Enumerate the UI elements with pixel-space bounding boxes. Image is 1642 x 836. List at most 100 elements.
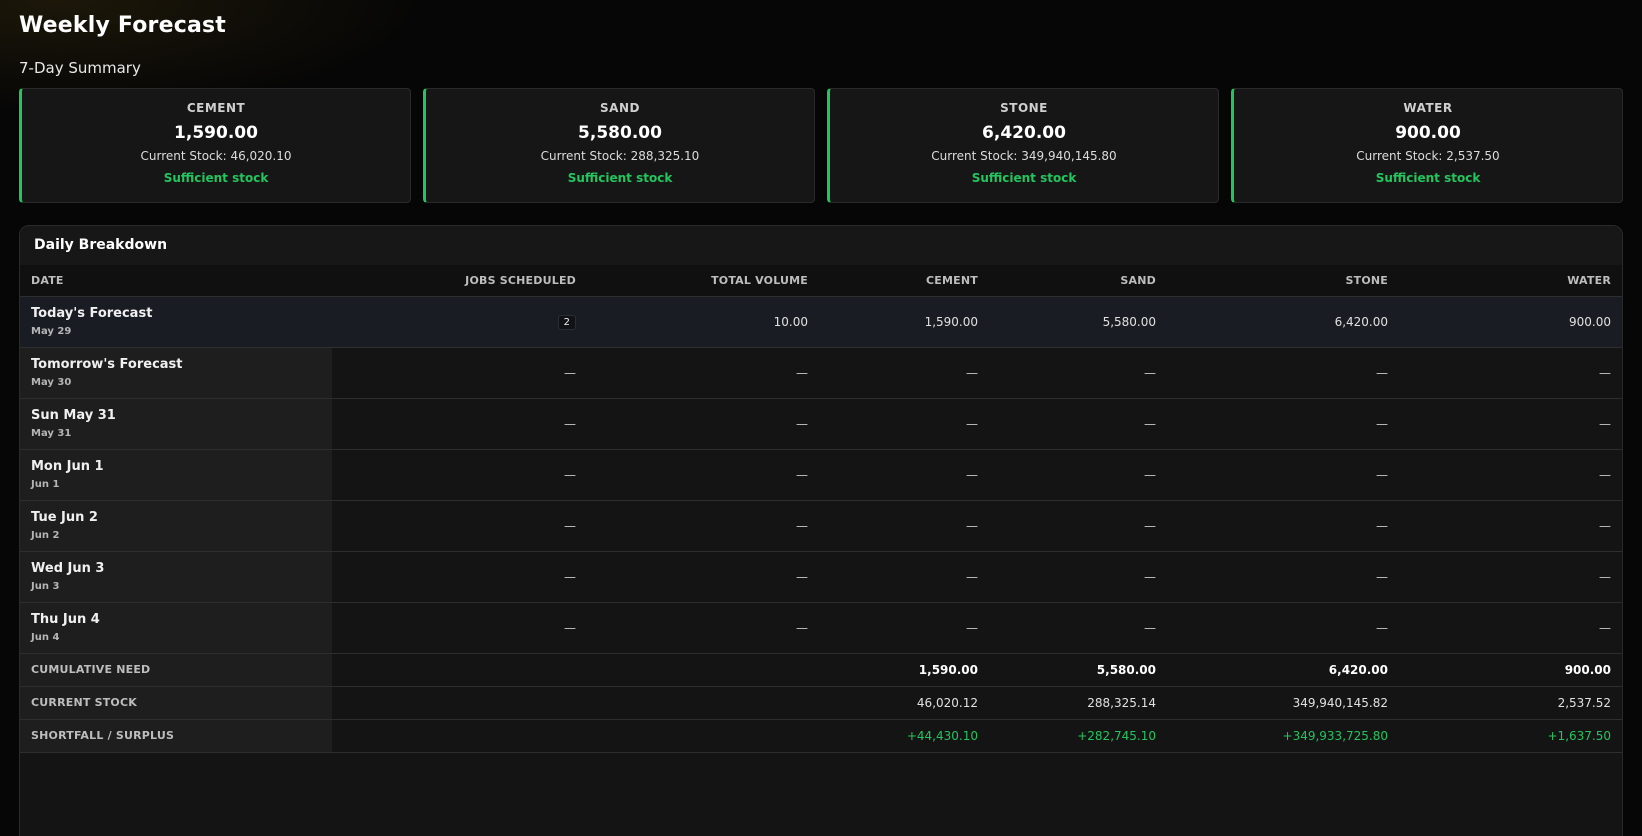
day-name: Today's Forecast [31,306,153,321]
card-current-stock: Current Stock: 288,325.10 [540,149,700,163]
stone-cell: — [1167,500,1399,552]
day-date: Jun 2 [31,530,60,541]
sand-cell: 5,580.00 [989,653,1167,687]
table-row[interactable]: Tue Jun 2 Jun 2 — — — — — — [20,500,1622,552]
jobs-cell: — [332,398,587,450]
card-value: 900.00 [1395,123,1461,143]
card-current-stock: Current Stock: 349,940,145.80 [931,149,1117,163]
stone-cell: — [1167,602,1399,654]
summary-row-label: CUMULATIVE NEED [20,653,332,687]
table-header-row: DATE JOBS SCHEDULED TOTAL VOLUME CEMENT … [20,265,1622,297]
card-status: Sufficient stock [971,171,1077,185]
cement-cell: 1,590.00 [819,653,989,687]
card-name: SAND [600,101,640,115]
sand-cell: — [989,398,1167,450]
card-current-stock: Current Stock: 46,020.10 [140,149,292,163]
card-name: STONE [1000,101,1048,115]
water-cell: 900.00 [1399,296,1622,348]
day-date: May 29 [31,326,72,337]
water-cell: +1,637.50 [1399,719,1622,753]
jobs-cell: — [332,449,587,501]
date-cell: Today's Forecast May 29 [20,296,332,348]
card-name: CEMENT [186,101,246,115]
day-name: Thu Jun 4 [31,612,100,627]
summary-row-label: SHORTFALL / SURPLUS [20,719,332,753]
date-cell: Thu Jun 4 Jun 4 [20,602,332,654]
summary-cards: CEMENT 1,590.00 Current Stock: 46,020.10… [19,88,1623,203]
sand-cell: — [989,449,1167,501]
date-cell: Mon Jun 1 Jun 1 [20,449,332,501]
jobs-count-badge: 2 [557,314,576,330]
breakdown-table: DATE JOBS SCHEDULED TOTAL VOLUME CEMENT … [20,265,1622,753]
table-row[interactable]: Mon Jun 1 Jun 1 — — — — — — [20,449,1622,501]
summary-card-sand: SAND 5,580.00 Current Stock: 288,325.10 … [423,88,815,203]
cement-cell: 1,590.00 [819,296,989,348]
day-name: Mon Jun 1 [31,459,104,474]
cement-cell: — [819,449,989,501]
water-cell: 900.00 [1399,653,1622,687]
card-status: Sufficient stock [567,171,673,185]
cement-cell: +44,430.10 [819,719,989,753]
stone-cell: +349,933,725.80 [1167,719,1399,753]
table-row[interactable]: Tomorrow's Forecast May 30 — — — — — — [20,347,1622,399]
card-name: WATER [1403,101,1453,115]
day-name: Tue Jun 2 [31,510,98,525]
volume-cell: — [587,602,819,654]
stone-cell: — [1167,347,1399,399]
column-header-sand[interactable]: SAND [989,265,1167,297]
date-cell: Tomorrow's Forecast May 30 [20,347,332,399]
cement-cell: 46,020.12 [819,686,989,720]
column-header-cement[interactable]: CEMENT [819,265,989,297]
summary-row-label: CURRENT STOCK [20,686,332,720]
water-cell: — [1399,551,1622,603]
table-row[interactable]: Sun May 31 May 31 — — — — — — [20,398,1622,450]
column-header-date[interactable]: DATE [20,265,332,297]
sand-cell: — [989,500,1167,552]
water-cell: — [1399,398,1622,450]
jobs-cell: — [332,602,587,654]
sand-cell: 288,325.14 [989,686,1167,720]
table-row[interactable]: Thu Jun 4 Jun 4 — — — — — — [20,602,1622,654]
day-date: May 30 [31,377,72,388]
page-title: Weekly Forecast [19,13,227,38]
jobs-cell: 2 [332,296,587,348]
stone-cell: — [1167,398,1399,450]
card-current-stock: Current Stock: 2,537.50 [1356,149,1500,163]
sand-cell: — [989,551,1167,603]
summary-card-water: WATER 900.00 Current Stock: 2,537.50 Suf… [1231,88,1623,203]
volume-cell: — [587,398,819,450]
column-header-volume[interactable]: TOTAL VOLUME [587,265,819,297]
empty-cell [332,653,587,687]
water-cell: — [1399,602,1622,654]
day-name: Wed Jun 3 [31,561,105,576]
jobs-cell: — [332,347,587,399]
weekly-forecast-page: Weekly Forecast 7-Day Summary CEMENT 1,5… [0,0,1642,836]
card-value: 6,420.00 [982,123,1066,143]
column-header-stone[interactable]: STONE [1167,265,1399,297]
date-cell: Wed Jun 3 Jun 3 [20,551,332,603]
cumulative-need-row: CUMULATIVE NEED 1,590.00 5,580.00 6,420.… [20,653,1622,687]
column-header-jobs[interactable]: JOBS SCHEDULED [332,265,587,297]
stone-cell: 349,940,145.82 [1167,686,1399,720]
date-cell: Tue Jun 2 Jun 2 [20,500,332,552]
column-header-water[interactable]: WATER [1399,265,1622,297]
cement-cell: — [819,551,989,603]
cement-cell: — [819,347,989,399]
card-status: Sufficient stock [1375,171,1481,185]
card-value: 1,590.00 [174,123,258,143]
water-cell: — [1399,347,1622,399]
stone-cell: 6,420.00 [1167,653,1399,687]
cement-cell: — [819,500,989,552]
sand-cell: — [989,602,1167,654]
empty-cell [587,653,819,687]
volume-cell: — [587,551,819,603]
sand-cell: +282,745.10 [989,719,1167,753]
table-row-today[interactable]: Today's Forecast May 29 2 10.00 1,590.00… [20,296,1622,348]
empty-cell [332,686,587,720]
day-date: Jun 4 [31,632,60,643]
table-row[interactable]: Wed Jun 3 Jun 3 — — — — — — [20,551,1622,603]
water-cell: — [1399,500,1622,552]
volume-cell: 10.00 [587,296,819,348]
day-name: Tomorrow's Forecast [31,357,183,372]
date-cell: Sun May 31 May 31 [20,398,332,450]
